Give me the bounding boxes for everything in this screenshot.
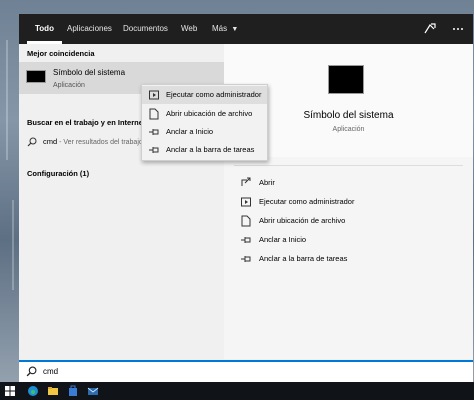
file-location-icon [149,108,159,120]
divider [234,165,463,166]
command-prompt-icon [26,70,46,83]
tab-documentos[interactable]: Documentos [123,14,168,44]
action-abrir-ubicacion[interactable]: Abrir ubicación de archivo [236,213,456,229]
action-anclar-inicio[interactable]: Anclar a Inicio [236,232,456,248]
context-menu: Ejecutar como administrador Abrir ubicac… [141,84,268,161]
menu-item-anclar-inicio[interactable]: Anclar a Inicio [142,123,267,141]
menu-item-ejecutar-admin[interactable]: Ejecutar como administrador [142,86,267,104]
best-match-subtitle: Aplicación [53,82,85,89]
mail-icon[interactable] [87,385,99,397]
menu-item-abrir-ubicacion[interactable]: Abrir ubicación de archivo [142,105,267,123]
taskbar [0,382,474,400]
windows-start-icon[interactable] [4,385,16,397]
open-icon [241,177,251,186]
action-label: Anclar a Inicio [259,235,307,244]
tab-web[interactable]: Web [181,14,197,44]
start-search-window: Todo Aplicaciones Documentos Web Más ▼ M… [19,14,473,382]
web-result-query-text: cmd [43,137,58,146]
edge-browser-icon[interactable] [27,385,39,397]
search-box[interactable]: cmd [19,360,473,382]
feedback-icon[interactable] [422,21,438,37]
command-prompt-large-icon [328,65,364,94]
pin-icon [149,129,159,135]
pin-icon [241,237,251,243]
pin-icon [241,256,251,262]
action-label: Anclar a la barra de tareas [259,254,348,263]
tab-mas[interactable]: Más ▼ [212,14,238,44]
action-label: Abrir [259,178,275,187]
search-input[interactable]: cmd [43,367,58,376]
search-filter-bar: Todo Aplicaciones Documentos Web Más ▼ [19,14,473,44]
chevron-down-icon: ▼ [231,26,239,33]
menu-item-label: Anclar a la barra de tareas [166,145,255,154]
tab-mas-label: Más [212,24,228,33]
best-match-title: Símbolo del sistema [53,68,126,77]
shield-run-icon [149,90,159,100]
action-ejecutar-admin[interactable]: Ejecutar como administrador [236,194,456,210]
menu-item-label: Abrir ubicación de archivo [166,109,253,118]
menu-item-anclar-barra[interactable]: Anclar a la barra de tareas [142,141,267,159]
search-icon [26,366,37,377]
search-icon [27,137,37,147]
file-explorer-icon[interactable] [47,385,59,397]
action-label: Abrir ubicación de archivo [259,216,346,225]
action-anclar-barra[interactable]: Anclar a la barra de tareas [236,251,456,267]
tab-todo[interactable]: Todo [27,14,62,44]
shield-run-icon [241,197,251,207]
file-location-icon [241,215,251,227]
menu-item-label: Ejecutar como administrador [166,90,262,99]
more-options-icon[interactable] [450,21,466,37]
store-icon[interactable] [67,385,79,397]
web-search-header: Buscar en el trabajo y en Internet [27,118,146,127]
action-abrir[interactable]: Abrir [236,175,456,191]
action-label: Ejecutar como administrador [259,197,355,206]
pin-icon [149,147,159,153]
tab-aplicaciones[interactable]: Aplicaciones [67,14,112,44]
menu-item-label: Anclar a Inicio [166,127,214,136]
best-match-header: Mejor coincidencia [27,49,95,58]
settings-header[interactable]: Configuración (1) [27,169,89,178]
